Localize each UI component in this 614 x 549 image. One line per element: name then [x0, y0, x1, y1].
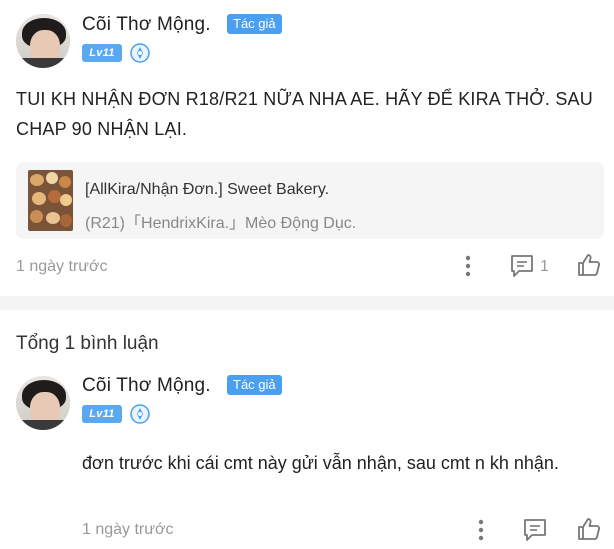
post-author-name[interactable]: Cõi Thơ Mộng.	[82, 14, 211, 36]
comment-author-avatar[interactable]	[16, 376, 70, 430]
story-cover-image	[28, 170, 73, 231]
like-icon[interactable]	[576, 252, 602, 278]
comment-count: 1	[540, 258, 549, 275]
comment-icon[interactable]	[522, 517, 548, 543]
medal-icon	[130, 43, 150, 63]
post-time: 1 ngày trước	[16, 258, 108, 275]
level-badge: Lv11	[82, 44, 122, 62]
comment-text: đơn trước khi cái cmt này gửi vẫn nhận, …	[82, 453, 559, 473]
comments-total-label: Tổng 1 bình luận	[16, 333, 159, 354]
author-badge: Tác giả	[227, 14, 282, 34]
post-author-avatar[interactable]	[16, 14, 70, 68]
story-title[interactable]: [AllKira/Nhận Đơn.] Sweet Bakery.	[85, 181, 329, 199]
section-divider	[0, 296, 614, 310]
story-subtitle: (R21)「HendrixKira.」Mèo Động Dục.	[85, 215, 357, 232]
medal-icon	[130, 404, 150, 424]
author-badge: Tác giả	[227, 375, 282, 395]
post-text: TUI KH NHẬN ĐƠN R18/R21 NỮA NHA AE. HÃY …	[16, 89, 593, 139]
comment-icon[interactable]	[509, 253, 535, 279]
like-icon[interactable]	[576, 516, 602, 542]
more-vertical-icon[interactable]	[471, 518, 491, 542]
comment-time: 1 ngày trước	[82, 521, 174, 538]
more-vertical-icon[interactable]	[458, 254, 478, 278]
story-card[interactable]: [AllKira/Nhận Đơn.] Sweet Bakery. (R21)「…	[16, 162, 604, 239]
level-badge: Lv11	[82, 405, 122, 423]
comment-author-name[interactable]: Cõi Thơ Mộng.	[82, 375, 211, 397]
